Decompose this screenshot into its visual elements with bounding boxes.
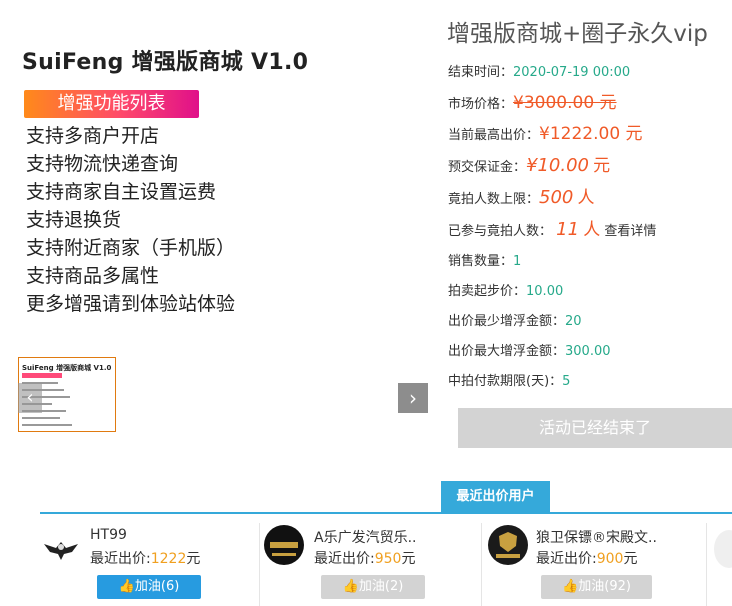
deposit-unit: 元 <box>593 156 611 176</box>
feature-item: 支持多商户开店 <box>26 125 160 147</box>
joined-label: 已参与竟拍人数： <box>448 224 553 239</box>
thumbs-up-icon: 👍 <box>342 579 359 594</box>
start-price-row: 拍卖起步价：10.00 <box>448 280 563 299</box>
highest-bid-row: 当前最高出价：¥1222.00 元 <box>448 119 643 144</box>
joined-unit: 人 <box>583 220 601 240</box>
cheer-label: 加油(6) <box>134 579 180 594</box>
feature-list: 支持多商户开店 支持物流快递查询 支持商家自主设置运费 支持退换货 支持附近商家… <box>26 122 235 318</box>
bid-amount: 1222 <box>150 551 187 567</box>
thumbnail-prev-button[interactable]: ‹ <box>18 383 42 413</box>
max-increment-label: 出价最大增浮金额： <box>448 344 566 359</box>
bidder-avatar-partial <box>714 530 732 568</box>
min-increment-row: 出价最少增浮金额：20 <box>448 310 582 329</box>
eagle-icon <box>44 542 78 560</box>
sales-label: 销售数量： <box>448 254 514 269</box>
view-details-link[interactable]: 查看详情 <box>604 224 656 239</box>
bid-amount: 900 <box>596 551 624 567</box>
deposit-row: 预交保证金：¥10.00 元 <box>448 151 610 176</box>
feature-item: 支持附近商家（手机版） <box>26 237 236 259</box>
bid-prefix: 最近出价: <box>314 551 375 567</box>
thumbnail-badge <box>22 373 62 378</box>
highest-bid-label: 当前最高出价： <box>448 128 540 143</box>
end-time-value: 2020-07-19 00:00 <box>513 65 631 80</box>
auction-ended-button[interactable]: 活动已经结束了 <box>458 408 732 448</box>
bid-prefix: 最近出价: <box>90 551 151 567</box>
cheer-button[interactable]: 👍加油(2) <box>321 575 425 599</box>
thumbnail-line <box>22 417 60 419</box>
feature-item: 支持商品多属性 <box>26 265 160 287</box>
cheer-button[interactable]: 👍加油(6) <box>97 575 201 599</box>
bidder-divider <box>259 523 260 606</box>
market-price-value: ¥3000.00 元 <box>513 93 617 113</box>
bidder-last-bid: 最近出价:950元 <box>314 548 415 568</box>
promo-title: SuiFeng 增强版商城 V1.0 <box>22 50 309 75</box>
bidder-avatar <box>264 525 304 565</box>
feature-item: 支持商家自主设置运费 <box>26 181 217 203</box>
start-price-label: 拍卖起步价： <box>448 284 527 299</box>
thumbs-up-icon: 👍 <box>562 579 579 594</box>
feature-item: 更多增强请到体验站体验 <box>26 293 236 315</box>
bidder-name: HT99 <box>90 527 127 543</box>
start-price-value: 10.00 <box>526 284 564 299</box>
pay-period-value: 5 <box>562 374 571 389</box>
pay-period-row: 中拍付款期限(天)：5 <box>448 370 570 389</box>
end-time-label: 结束时间： <box>448 65 514 80</box>
end-time-row: 结束时间：2020-07-19 00:00 <box>448 61 630 80</box>
bidder-name: 狼卫保镖®宋殿文.. <box>536 530 657 546</box>
bidder-last-bid: 最近出价:900元 <box>536 548 637 568</box>
bidder-divider <box>706 523 707 606</box>
min-increment-value: 20 <box>565 314 582 329</box>
recent-bidders-tab[interactable]: 最近出价用户 <box>441 481 550 512</box>
max-increment-row: 出价最大增浮金额：300.00 <box>448 340 611 359</box>
thumbnail-title: SuiFeng 增强版商城 V1.0 <box>22 364 112 372</box>
joined-bidders-row: 已参与竟拍人数： 11 人 查看详情 <box>448 215 656 240</box>
bidder-avatar <box>42 530 80 568</box>
market-price-label: 市场价格： <box>448 97 514 112</box>
product-title: 增强版商城+圈子永久vip <box>447 21 708 47</box>
shield-icon <box>489 526 527 564</box>
market-price-row: 市场价格：¥3000.00 元 <box>448 88 617 113</box>
max-bidders-unit: 人 <box>577 188 595 208</box>
max-increment-value: 300.00 <box>565 344 611 359</box>
sales-value: 1 <box>513 254 522 269</box>
deposit-label: 预交保证金： <box>448 160 527 175</box>
bidder-avatar <box>488 525 528 565</box>
gallery-next-button[interactable]: › <box>398 383 428 413</box>
max-bidders-row: 竟拍人数上限：500 人 <box>448 183 595 208</box>
pay-period-label: 中拍付款期限(天)： <box>448 374 563 389</box>
cheer-button[interactable]: 👍加油(92) <box>541 575 652 599</box>
bid-amount: 950 <box>374 551 402 567</box>
bidder-name: A乐广发汽贸乐.. <box>314 530 417 546</box>
joined-value: 11 <box>556 219 580 240</box>
bid-suffix: 元 <box>186 551 201 567</box>
deposit-value: ¥10.00 <box>526 155 589 176</box>
min-increment-label: 出价最少增浮金额： <box>448 314 566 329</box>
feature-item: 支持退换货 <box>26 209 122 231</box>
feature-list-badge: 增强功能列表 <box>24 90 199 118</box>
bid-prefix: 最近出价: <box>536 551 597 567</box>
thumbs-up-icon: 👍 <box>118 579 135 594</box>
cheer-label: 加油(2) <box>358 579 404 594</box>
logo-icon <box>265 526 303 564</box>
highest-bid-value: ¥1222.00 元 <box>539 124 643 144</box>
bid-suffix: 元 <box>623 551 638 567</box>
bidder-divider <box>481 523 482 606</box>
thumbnail-line <box>22 424 72 426</box>
feature-item: 支持物流快递查询 <box>26 153 179 175</box>
max-bidders-value: 500 <box>539 187 574 208</box>
bidder-last-bid: 最近出价:1222元 <box>90 548 200 568</box>
sales-row: 销售数量：1 <box>448 250 521 269</box>
max-bidders-label: 竟拍人数上限： <box>448 192 540 207</box>
cheer-label: 加油(92) <box>578 579 631 594</box>
bid-suffix: 元 <box>401 551 416 567</box>
recent-bidders-divider <box>40 512 732 514</box>
